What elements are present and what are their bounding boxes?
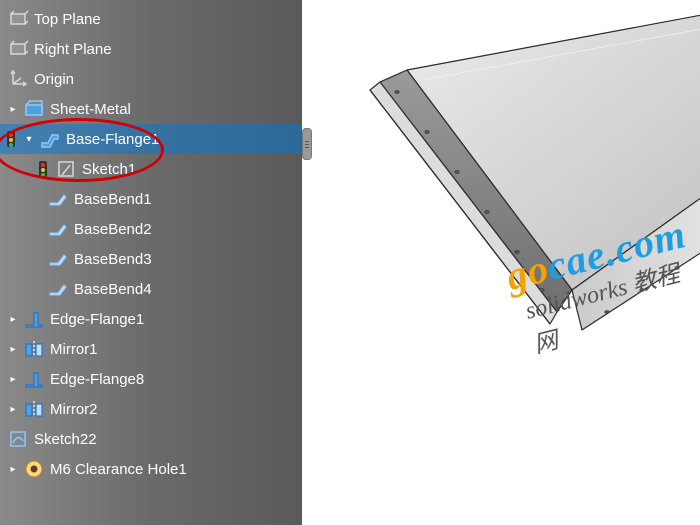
bend-icon [48,219,68,239]
tree-item-base-flange1[interactable]: ▾ Base-Flange1 [0,124,302,154]
tree-item-origin[interactable]: Origin [0,64,302,94]
mirror-icon [24,399,44,419]
tree-label: Mirror2 [50,401,98,418]
tree-label: Edge-Flange1 [50,311,144,328]
sketch-icon [8,429,28,449]
plane-icon [8,9,28,29]
traffic-light-icon [36,159,50,179]
tree-item-m6-hole[interactable]: ▸ M6 Clearance Hole1 [0,454,302,484]
tree-item-basebend4[interactable]: BaseBend4 [0,274,302,304]
origin-icon [8,69,28,89]
bend-icon [48,279,68,299]
plane-icon [8,39,28,59]
tree-item-sketch1[interactable]: Sketch1 [0,154,302,184]
tree-label: Sketch1 [82,161,136,178]
chevron-right-icon[interactable]: ▸ [8,374,18,384]
baseflange-icon [40,129,60,149]
chevron-right-icon[interactable]: ▸ [8,314,18,324]
tree-label: Right Plane [34,41,112,58]
tree-label: BaseBend4 [74,281,152,298]
tree-item-right-plane[interactable]: Right Plane [0,34,302,64]
tree-item-sketch22[interactable]: Sketch22 [0,424,302,454]
panel-drag-handle[interactable] [302,128,312,160]
traffic-light-icon [4,129,18,149]
tree-label: Base-Flange1 [66,131,159,148]
chevron-down-icon[interactable]: ▾ [24,134,34,144]
sheetmetal-icon [24,99,44,119]
tree-item-mirror1[interactable]: ▸ Mirror1 [0,334,302,364]
tree-label: Mirror1 [50,341,98,358]
tree-label: BaseBend3 [74,251,152,268]
edgeflange-icon [24,369,44,389]
edgeflange-icon [24,309,44,329]
tree-label: M6 Clearance Hole1 [50,461,187,478]
tree-item-top-plane[interactable]: Top Plane [0,4,302,34]
tree-label: Origin [34,71,74,88]
tree-item-sheet-metal[interactable]: ▸ Sheet-Metal [0,94,302,124]
hole-icon [24,459,44,479]
chevron-right-icon[interactable]: ▸ [8,104,18,114]
bend-icon [48,249,68,269]
tree-item-edge-flange1[interactable]: ▸ Edge-Flange1 [0,304,302,334]
chevron-right-icon[interactable]: ▸ [8,344,18,354]
tree-item-mirror2[interactable]: ▸ Mirror2 [0,394,302,424]
chevron-right-icon[interactable]: ▸ [8,464,18,474]
chevron-right-icon[interactable]: ▸ [8,404,18,414]
3d-viewport[interactable]: gocae.com solidworks 教程网 [302,0,700,525]
tree-label: Top Plane [34,11,101,28]
sheetmetal-part[interactable] [322,0,700,510]
bend-icon [48,189,68,209]
tree-label: Sheet-Metal [50,101,131,118]
tree-item-basebend1[interactable]: BaseBend1 [0,184,302,214]
tree-item-basebend3[interactable]: BaseBend3 [0,244,302,274]
sketch-icon [56,159,76,179]
tree-label: BaseBend2 [74,221,152,238]
tree-label: Edge-Flange8 [50,371,144,388]
tree-label: Sketch22 [34,431,97,448]
tree-item-basebend2[interactable]: BaseBend2 [0,214,302,244]
tree-label: BaseBend1 [74,191,152,208]
mirror-icon [24,339,44,359]
feature-tree[interactable]: Top Plane Right Plane Origin ▸ Sheet-Met… [0,0,302,525]
tree-item-edge-flange8[interactable]: ▸ Edge-Flange8 [0,364,302,394]
